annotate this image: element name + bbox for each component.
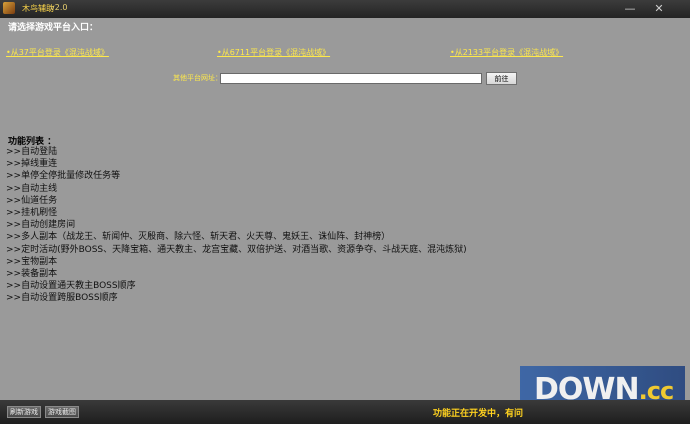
list-item: >>自动设置通天教主BOSS顺序 [6,281,136,292]
refresh-game-button[interactable]: 刷新游戏 [7,406,41,418]
app-logo-icon [3,2,15,14]
platform-url-input[interactable] [220,73,482,84]
link-6711-platform[interactable]: •从6711平台登录《混沌战域》 [217,47,330,58]
link-2133-platform[interactable]: •从2133平台登录《混沌战域》 [450,47,563,58]
list-item: >>宝物副本 [6,256,58,267]
app-version: v2.0 [50,3,68,12]
list-item: >>定时活动(野外BOSS、天降宝箱、通天教主、龙宫宝藏、双倍护送、对酒当歌、资… [6,244,467,255]
list-item: >>单停全停批量修改任务等 [6,171,121,182]
list-item: >>仙道任务 [6,195,58,206]
list-item: >>自动设置跨服BOSS顺序 [6,293,118,304]
feature-list: >>自动登陆 >>掉线重连 >>单停全停批量修改任务等 >>自动主线 >>仙道任… [6,146,467,304]
title-bar: 木鸟辅助 v2.0 — ✕ [0,0,690,18]
status-text: 功能正在开发中，有问 [433,409,524,419]
platform-heading: 请选择游戏平台入口： [8,23,99,33]
close-button[interactable]: ✕ [648,1,670,17]
list-item: >>自动主线 [6,183,58,194]
minimize-button[interactable]: — [619,1,641,17]
list-item: >>掉线重连 [6,159,58,170]
list-item: >>自动创建房间 [6,220,76,231]
list-item: >>自动登陆 [6,147,58,157]
list-item: >>挂机刷怪 [6,207,58,218]
game-screenshot-button[interactable]: 游戏截图 [45,406,79,418]
go-button[interactable]: 前往 [486,72,517,85]
other-platform-label: 其他平台网址： [173,74,222,82]
link-37-platform[interactable]: •从37平台登录《混沌战域》 [6,47,109,58]
list-item: >>装备副本 [6,268,58,279]
list-item: >>多人副本（战龙王、斩闻仲、灭殷商、除六怪、斩天君、火天尊、鬼妖王、诛仙阵、封… [6,232,391,243]
bottom-bar: 刷新游戏 游戏截图 [0,400,690,424]
